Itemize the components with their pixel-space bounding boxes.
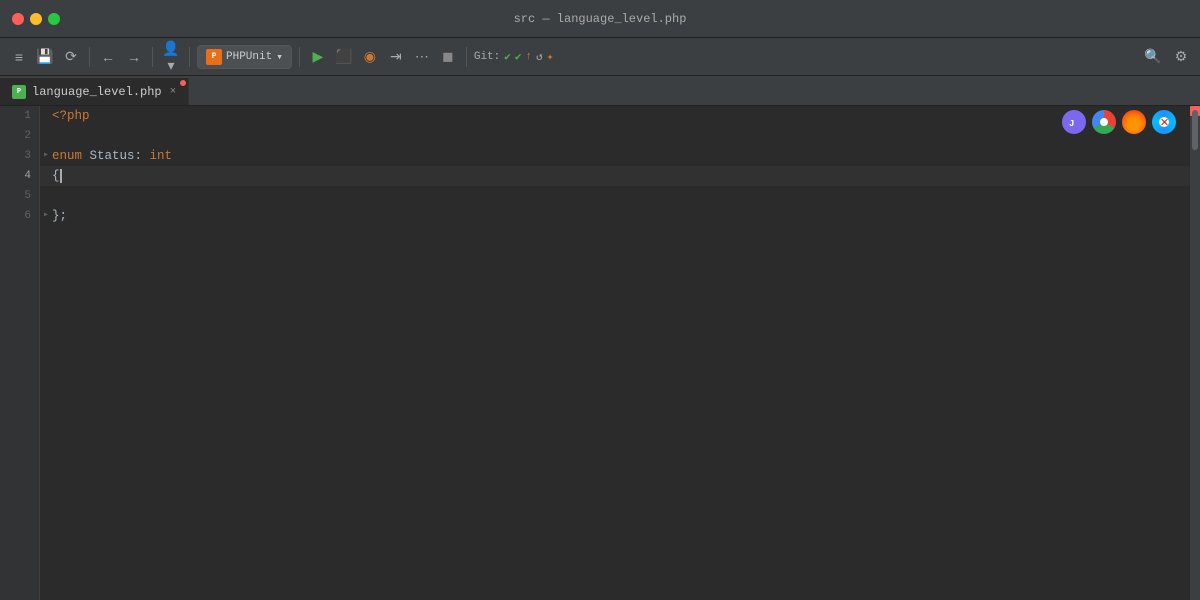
more-button[interactable]: ⋯ bbox=[411, 46, 433, 68]
code-token-classname: Status: bbox=[82, 146, 150, 166]
separator-4 bbox=[299, 47, 300, 67]
code-token-close-brace: }; bbox=[52, 206, 67, 226]
code-token-open-brace: { bbox=[52, 166, 60, 186]
separator-5 bbox=[466, 47, 467, 67]
git-checkmark-2[interactable]: ✔ bbox=[515, 50, 522, 64]
debug-run-button[interactable]: ⬛ bbox=[333, 46, 355, 68]
jetbrains-icon[interactable]: J bbox=[1062, 110, 1086, 134]
phpunit-label: PHPUnit bbox=[226, 51, 272, 63]
git-checkmark-1: ✔ bbox=[504, 50, 511, 64]
code-token-int: int bbox=[150, 146, 173, 166]
separator-2 bbox=[152, 47, 153, 67]
toolbar: ≡ 💾 ⟳ ← → 👤▾ P PHPUnit ▾ ▶ ⬛ ◉ ⇥ ⋯ ◼ Git… bbox=[0, 38, 1200, 76]
person-button[interactable]: 👤▾ bbox=[160, 46, 182, 68]
window-title: src — language_level.php bbox=[514, 12, 687, 26]
code-line-2[interactable] bbox=[40, 126, 1190, 146]
code-line-5[interactable] bbox=[40, 186, 1190, 206]
menu-button[interactable]: ≡ bbox=[8, 46, 30, 68]
code-line-4[interactable]: { bbox=[40, 166, 1190, 186]
settings-button[interactable]: ⚙ bbox=[1170, 46, 1192, 68]
search-button[interactable]: 🔍 bbox=[1142, 46, 1164, 68]
separator-3 bbox=[189, 47, 190, 67]
phpunit-dropdown-arrow: ▾ bbox=[276, 50, 283, 64]
coverage-button[interactable]: ◉ bbox=[359, 46, 381, 68]
code-line-1[interactable]: <?php bbox=[40, 106, 1190, 126]
code-line-3[interactable]: ▸ enum Status: int bbox=[40, 146, 1190, 166]
save-button[interactable]: 💾 bbox=[34, 46, 56, 68]
safari-icon[interactable] bbox=[1152, 110, 1176, 134]
git-refresh[interactable]: ↺ bbox=[536, 50, 543, 64]
text-cursor bbox=[60, 169, 62, 183]
overlay-browser-icons: J bbox=[1062, 110, 1176, 134]
git-arrow[interactable]: ↑ bbox=[526, 51, 533, 63]
maximize-button[interactable] bbox=[48, 13, 60, 25]
phpunit-dropdown[interactable]: P PHPUnit ▾ bbox=[197, 45, 292, 69]
separator-1 bbox=[89, 47, 90, 67]
line-number-5: 5 bbox=[0, 186, 39, 206]
back-button[interactable]: ← bbox=[97, 46, 119, 68]
line-number-1: 1 bbox=[0, 106, 39, 126]
phpunit-icon: P bbox=[206, 49, 222, 65]
line-number-4: 4 bbox=[0, 166, 39, 186]
step-button[interactable]: ⇥ bbox=[385, 46, 407, 68]
tab-file-icon: P bbox=[12, 85, 26, 99]
code-line-6[interactable]: ▸ }; bbox=[40, 206, 1190, 226]
code-editor[interactable]: J <?php ▸ enum Status: bbox=[40, 106, 1190, 600]
code-token-php-open: <?php bbox=[52, 106, 90, 126]
fold-icon-3[interactable]: ▸ bbox=[40, 150, 52, 162]
titlebar: src — language_level.php bbox=[0, 0, 1200, 38]
tab-close-button[interactable]: × bbox=[170, 86, 177, 98]
minimize-button[interactable] bbox=[30, 13, 42, 25]
toolbar-right: 🔍 ⚙ bbox=[1142, 46, 1192, 68]
fold-icon-6[interactable]: ▸ bbox=[40, 210, 52, 222]
tab-filename: language_level.php bbox=[32, 85, 162, 99]
tab-error-indicator bbox=[180, 80, 186, 86]
git-label: Git: bbox=[474, 51, 500, 63]
tab-icon-label: P bbox=[17, 88, 21, 96]
tabbar: P language_level.php × bbox=[0, 76, 1200, 106]
traffic-lights bbox=[0, 13, 60, 25]
line-number-2: 2 bbox=[0, 126, 39, 146]
file-tab[interactable]: P language_level.php × bbox=[0, 77, 189, 105]
firefox-icon[interactable] bbox=[1122, 110, 1146, 134]
chrome-icon[interactable] bbox=[1092, 110, 1116, 134]
run-button[interactable]: ▶ bbox=[307, 46, 329, 68]
editor-scrollbar[interactable] bbox=[1190, 106, 1200, 600]
editor-container: 1 2 3 4 5 6 J bbox=[0, 106, 1200, 600]
git-section: Git: ✔ ✔ ↑ ↺ ✦ bbox=[474, 50, 554, 64]
git-star[interactable]: ✦ bbox=[547, 50, 554, 64]
scrollbar-thumb[interactable] bbox=[1192, 110, 1198, 150]
stop-button[interactable]: ◼ bbox=[437, 46, 459, 68]
close-button[interactable] bbox=[12, 13, 24, 25]
svg-text:J: J bbox=[1069, 119, 1074, 129]
line-numbers-gutter: 1 2 3 4 5 6 bbox=[0, 106, 40, 600]
refresh-button[interactable]: ⟳ bbox=[60, 46, 82, 68]
forward-button[interactable]: → bbox=[123, 46, 145, 68]
line-number-3: 3 bbox=[0, 146, 39, 166]
line-number-6: 6 bbox=[0, 206, 39, 226]
code-token-enum: enum bbox=[52, 146, 82, 166]
